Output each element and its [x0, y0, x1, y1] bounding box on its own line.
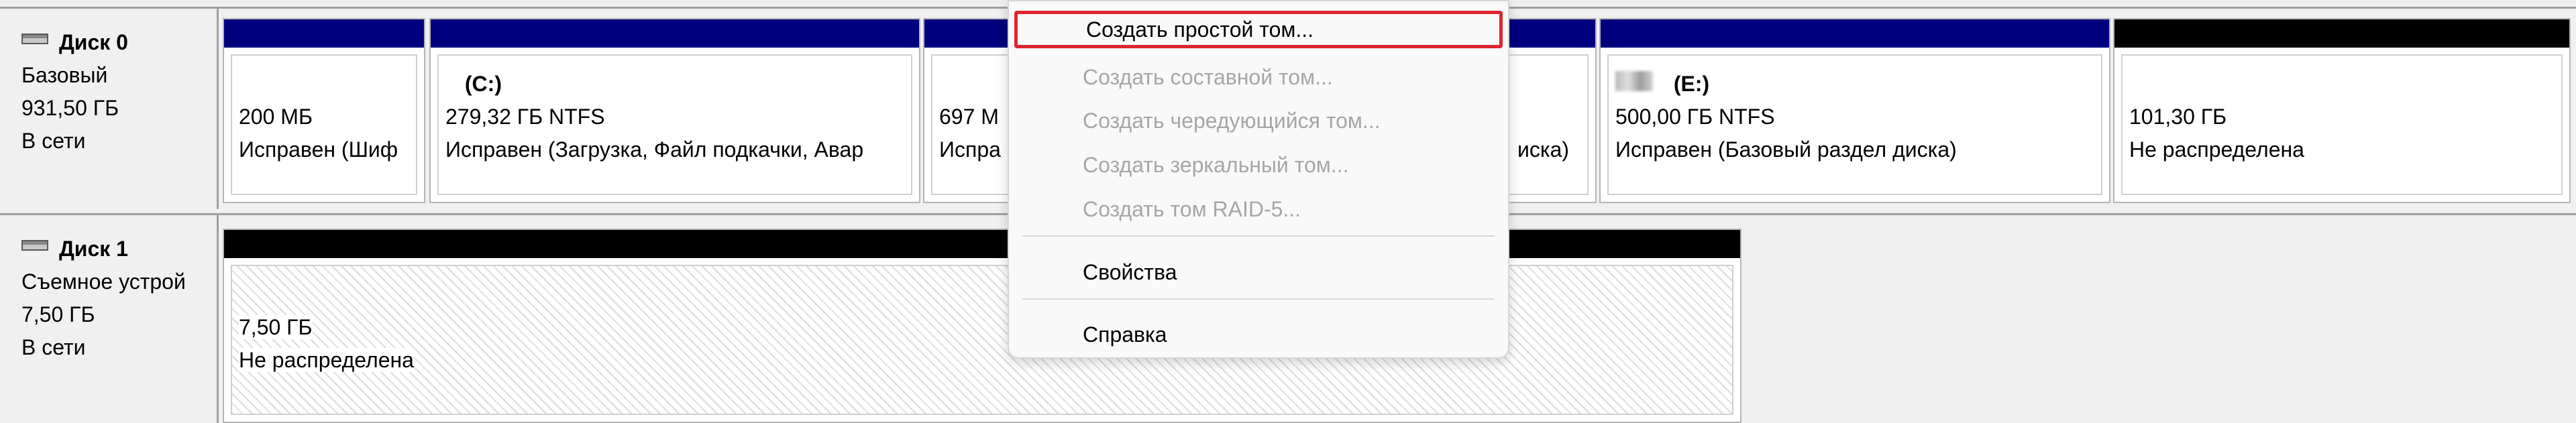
partition-size: 101,30 ГБ — [2129, 105, 2227, 129]
disk-0-name-row: Диск 0 — [21, 26, 217, 59]
partition-bar — [431, 19, 919, 48]
disk-1-name: Диск 1 — [59, 237, 128, 261]
disk-1-size: 7,50 ГБ — [21, 302, 95, 326]
partition-status: иска) — [1517, 137, 1570, 162]
disk-0-label[interactable]: Диск 0 Базовый 931,50 ГБ В сети — [0, 9, 219, 209]
disk-0-name: Диск 0 — [59, 30, 128, 54]
disk-0-partition-efi[interactable]: 200 МБ Исправен (Шиф — [223, 18, 425, 203]
disk-1-unallocated[interactable]: 7,50 ГБ Не распределена — [223, 229, 1741, 423]
partition-info: иска) — [1501, 54, 1589, 195]
disk-0-partition-e[interactable]: (E:) 500,00 ГБ NTFS Исправен (Базовый ра… — [1599, 18, 2110, 203]
partition-size-text: 7,50 ГБ — [239, 315, 313, 339]
partition-info: (E:) 500,00 ГБ NTFS Исправен (Базовый ра… — [1607, 54, 2102, 195]
partition-bar — [224, 230, 1740, 258]
menu-item-create-spanned-volume[interactable]: Создать составной том... — [1009, 58, 1508, 96]
disk-drive-icon — [21, 33, 48, 44]
partition-info: (C:) 279,32 ГБ NTFS Исправен (Загрузка, … — [437, 54, 912, 195]
partition-title: (C:) — [445, 68, 911, 101]
partition-size: 200 МБ — [239, 105, 313, 129]
disk-1-type: Съемное устрой — [21, 269, 186, 294]
disk-1-name-row: Диск 1 — [21, 233, 217, 265]
partition-title — [239, 68, 416, 101]
partition-status: Исправен (Шиф — [239, 137, 398, 162]
partition-size: 697 М — [939, 105, 999, 129]
partition-status: Не распределена — [2129, 137, 2304, 162]
removable-drive-icon — [21, 239, 48, 251]
partition-bar — [1601, 19, 2109, 48]
partition-info: 200 МБ Исправен (Шиф — [231, 54, 417, 195]
partition-size: 279,32 ГБ NTFS — [445, 105, 605, 129]
disk-0-size: 931,50 ГБ — [21, 96, 119, 120]
partition-status: Испра — [939, 137, 1001, 162]
partition-info: 697 М Испра — [931, 54, 1009, 195]
partition-title: (E:) — [1615, 68, 2101, 101]
menu-separator — [1022, 235, 1495, 237]
disk-0-partition-recovery[interactable]: 697 М Испра — [923, 18, 1017, 203]
menu-item-create-raid5-volume[interactable]: Создать том RAID-5... — [1009, 190, 1508, 228]
partition-status-text: Не распределена — [239, 348, 414, 372]
partition-title — [1517, 68, 1587, 101]
disk-0-type: Базовый — [21, 63, 108, 87]
menu-item-create-simple-volume[interactable]: Создать простой том... — [1014, 11, 1503, 48]
partition-bar — [1501, 19, 1595, 48]
partition-bar — [924, 19, 1016, 48]
partition-size — [1517, 101, 1587, 133]
disk-0-unallocated[interactable]: 101,30 ГБ Не распределена — [2113, 18, 2571, 203]
menu-item-help[interactable]: Справка — [1009, 316, 1508, 353]
partition-bar — [2114, 19, 2569, 48]
menu-item-properties[interactable]: Свойства — [1009, 253, 1508, 291]
partition-status: Исправен (Загрузка, Файл подкачки, Авар — [445, 137, 864, 162]
disk-1-label[interactable]: Диск 1 Съемное устрой 7,50 ГБ В сети — [0, 215, 219, 423]
menu-item-create-striped-volume[interactable]: Создать чередующийся том... — [1009, 102, 1508, 139]
partition-status: Исправен (Базовый раздел диска) — [1615, 137, 1957, 162]
partition-size: 500,00 ГБ NTFS — [1615, 105, 1775, 129]
partition-title — [2129, 68, 2561, 101]
partition-title — [939, 68, 1008, 101]
disk-0-partition-hidden[interactable]: иска) — [1500, 18, 1597, 203]
partition-title-text: (C:) — [464, 72, 502, 96]
menu-item-create-mirrored-volume[interactable]: Создать зеркальный том... — [1009, 146, 1508, 184]
context-menu: Создать простой том... Создать составной… — [1008, 0, 1509, 359]
disk-0-status: В сети — [21, 129, 86, 153]
disk-1-status: В сети — [21, 335, 86, 359]
partition-info: 101,30 ГБ Не распределена — [2121, 54, 2563, 195]
drive-icon — [1615, 71, 1653, 91]
partition-bar — [224, 19, 424, 48]
menu-separator — [1022, 298, 1495, 300]
disk-0-partition-c[interactable]: (C:) 279,32 ГБ NTFS Исправен (Загрузка, … — [429, 18, 920, 203]
partition-title-text: (E:) — [1673, 72, 1710, 96]
